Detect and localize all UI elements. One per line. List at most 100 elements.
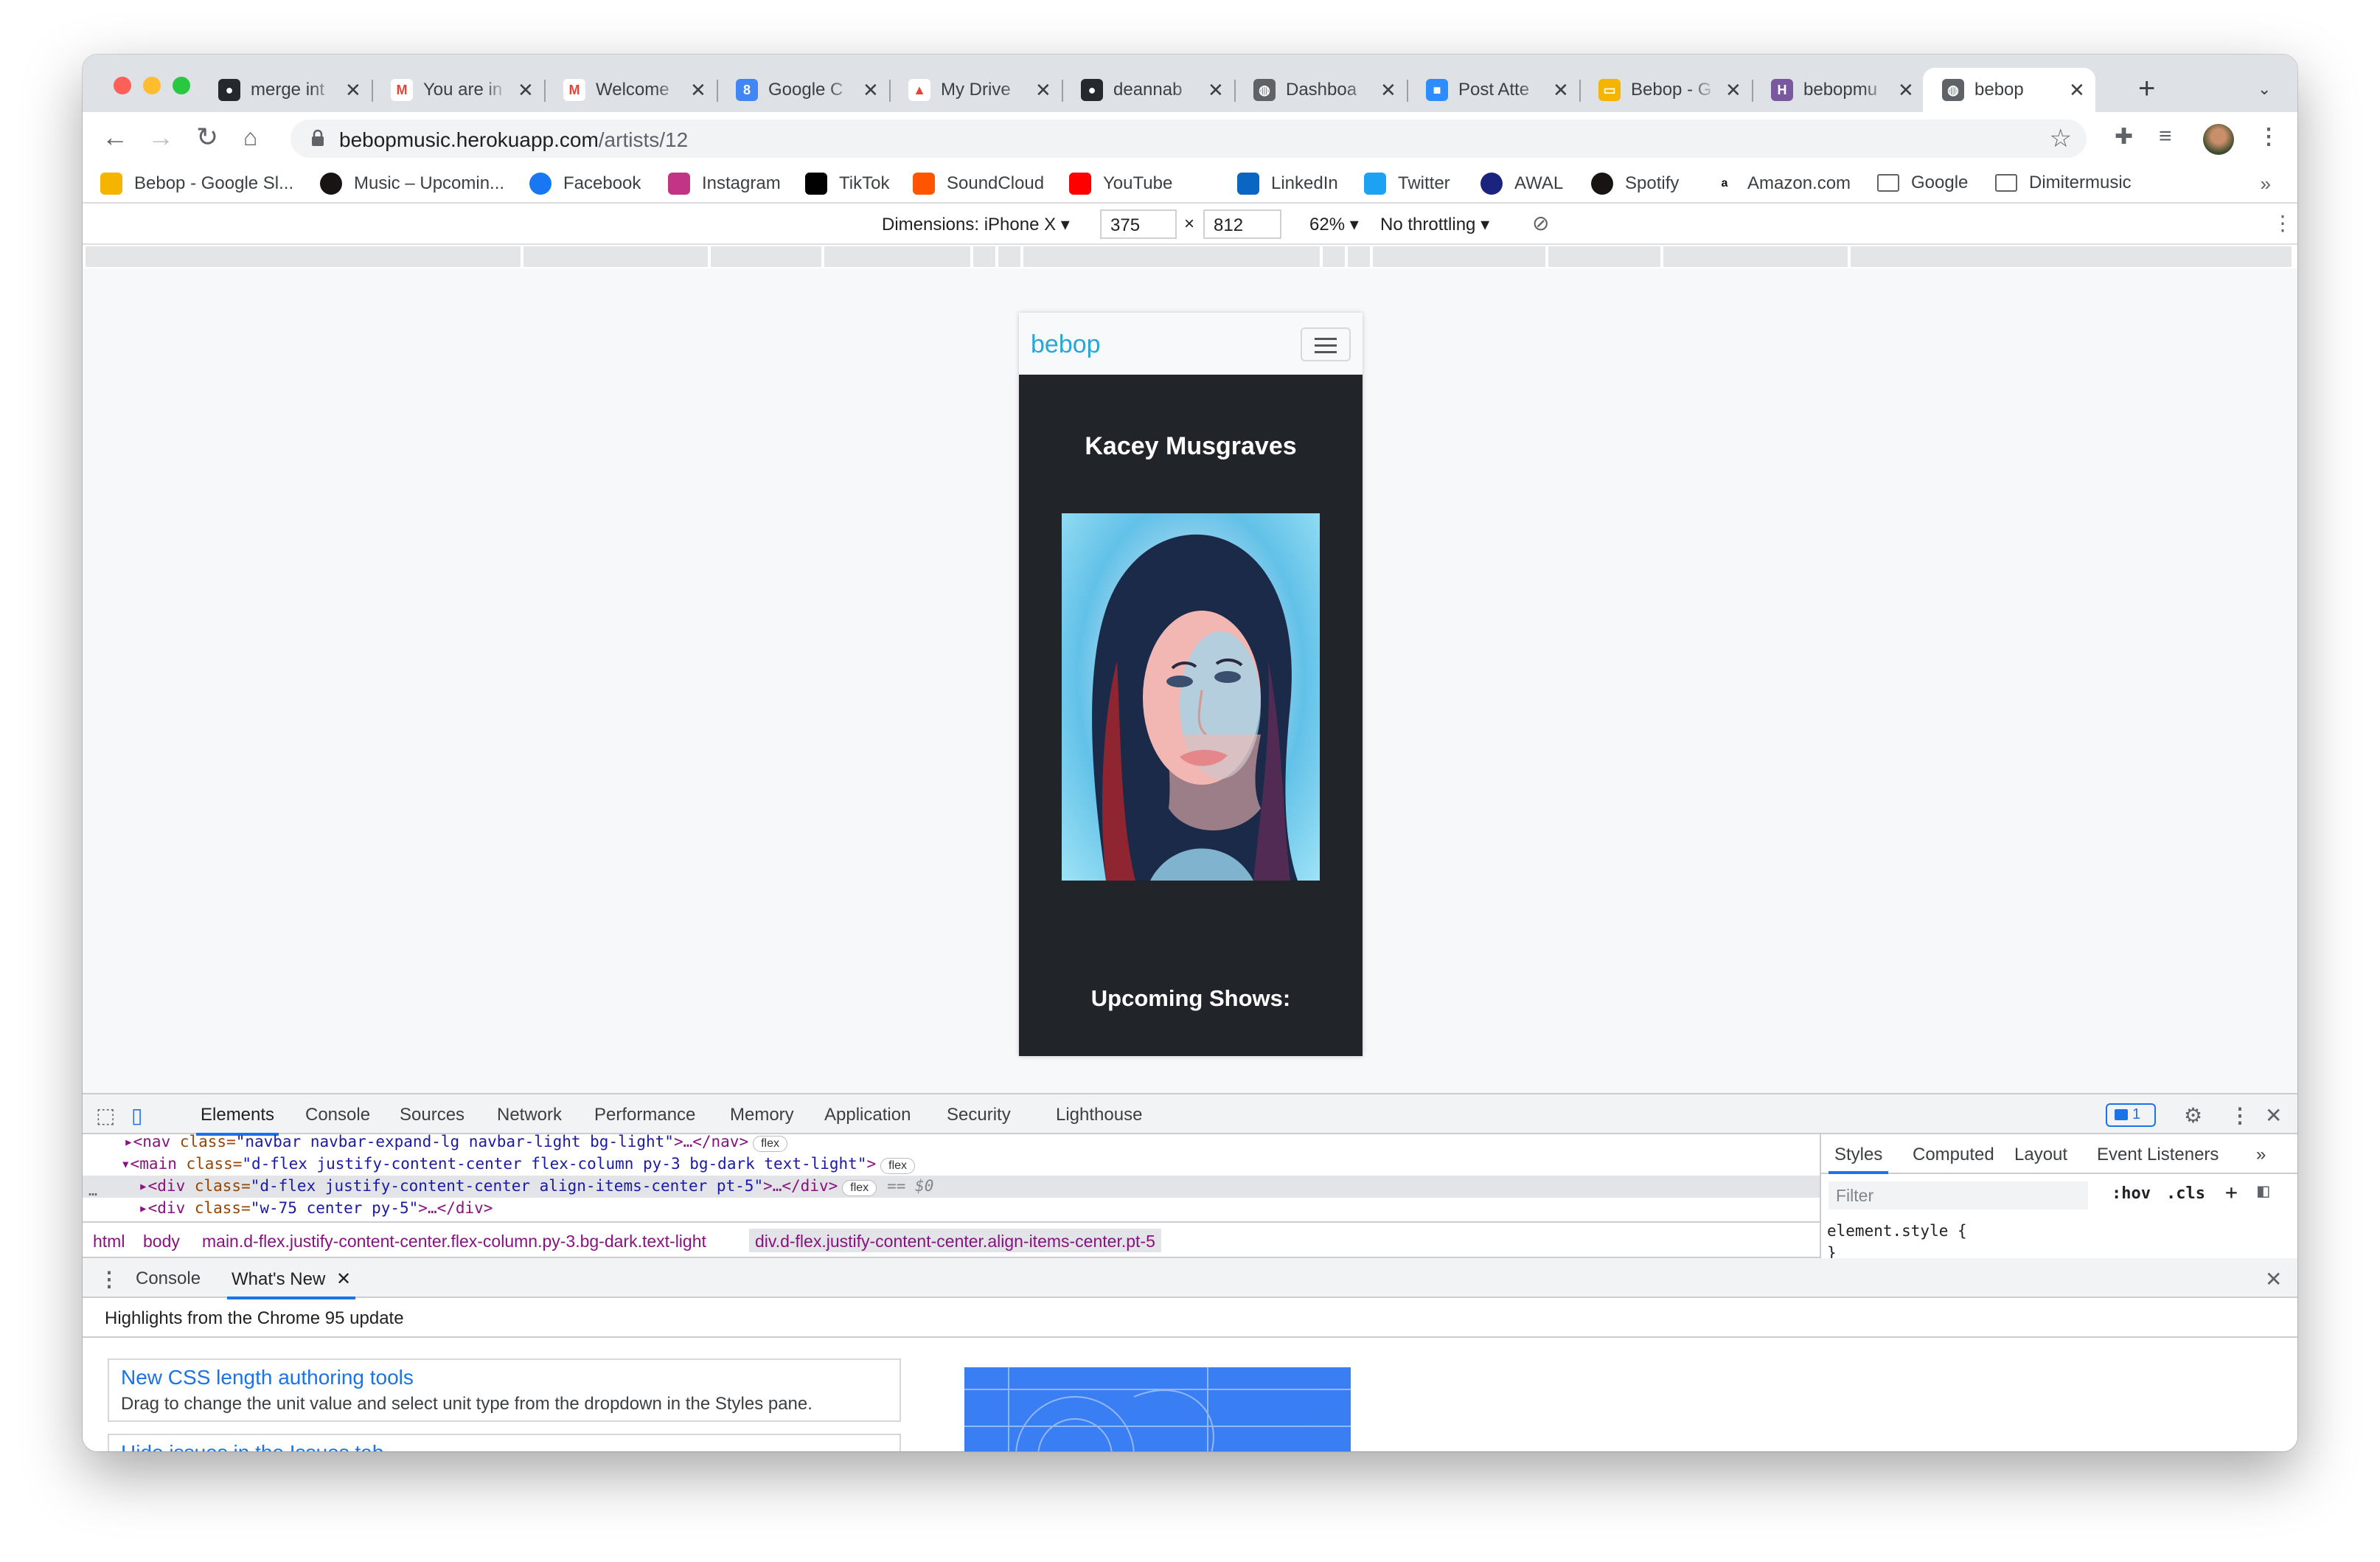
- dom-node-line[interactable]: ▸<nav class="navbar navbar-expand-lg nav…: [83, 1134, 1820, 1153]
- tab-lighthouse[interactable]: Lighthouse: [1056, 1105, 1142, 1125]
- settings-gear-icon[interactable]: ⚙: [2184, 1103, 2202, 1128]
- browser-tab[interactable]: M You are in ✕: [372, 68, 546, 112]
- close-tab-icon[interactable]: ✕: [336, 1269, 351, 1289]
- tab-application[interactable]: Application: [824, 1105, 911, 1125]
- tab-security[interactable]: Security: [947, 1105, 1011, 1125]
- device-width-input[interactable]: 375: [1100, 209, 1177, 239]
- styles-tab[interactable]: Styles: [1828, 1145, 1889, 1174]
- dom-node-line[interactable]: ▸<div class="w-75 center py-5">…</div>: [83, 1198, 1820, 1220]
- styles-tab[interactable]: Event Listeners: [2097, 1145, 2219, 1165]
- bookmark-item[interactable]: Spotify: [1591, 173, 1679, 195]
- extensions-icon[interactable]: ✚: [2115, 124, 2133, 150]
- bookmark-item[interactable]: Facebook: [529, 173, 641, 195]
- flex-badge[interactable]: flex: [842, 1180, 877, 1196]
- close-tab-icon[interactable]: ✕: [518, 79, 534, 102]
- tab-performance[interactable]: Performance: [594, 1105, 695, 1125]
- browser-tab[interactable]: ◍ bebop ✕: [1923, 68, 2095, 112]
- home-icon[interactable]: ⌂: [243, 122, 257, 152]
- browser-tab[interactable]: 8 Google C ✕: [717, 68, 891, 112]
- close-tab-icon[interactable]: ✕: [345, 79, 361, 102]
- reload-icon[interactable]: ↻: [196, 122, 218, 152]
- close-drawer-icon[interactable]: ✕: [2265, 1267, 2282, 1291]
- flex-badge[interactable]: flex: [880, 1158, 916, 1174]
- close-tab-icon[interactable]: ✕: [2069, 79, 2085, 102]
- close-tab-icon[interactable]: ✕: [863, 79, 879, 102]
- bookmark-item[interactable]: a Amazon.com: [1713, 173, 1851, 195]
- bookmark-item[interactable]: Music – Upcomin...: [320, 173, 504, 195]
- bookmark-item[interactable]: AWAL: [1480, 173, 1563, 195]
- hover-state-toggle[interactable]: :hov: [2112, 1184, 2151, 1203]
- close-tab-icon[interactable]: ✕: [690, 79, 706, 102]
- browser-tab[interactable]: ● merge int ✕: [199, 68, 373, 112]
- close-tab-icon[interactable]: ✕: [1898, 79, 1914, 102]
- styles-tab[interactable]: Layout: [2014, 1145, 2067, 1165]
- brand-logo[interactable]: bebop: [1031, 330, 1101, 359]
- breadcrumb-item[interactable]: body: [143, 1232, 180, 1252]
- new-tab-button[interactable]: +: [2138, 72, 2155, 105]
- tab-sources[interactable]: Sources: [400, 1105, 464, 1125]
- back-arrow-icon[interactable]: ←: [102, 122, 128, 152]
- drawer-menu-icon[interactable]: ⋮: [99, 1267, 119, 1291]
- tab-console[interactable]: Console: [305, 1105, 370, 1125]
- inspect-element-icon[interactable]: ⬚: [96, 1103, 115, 1128]
- bookmark-item[interactable]: Google: [1877, 173, 1968, 193]
- bookmark-item[interactable]: LinkedIn: [1237, 173, 1338, 195]
- close-tab-icon[interactable]: ✕: [1553, 79, 1569, 102]
- tab-network[interactable]: Network: [497, 1105, 562, 1125]
- bookmark-star-icon[interactable]: ☆: [2050, 124, 2072, 153]
- dom-tree[interactable]: ▸<nav class="navbar navbar-expand-lg nav…: [83, 1134, 1820, 1221]
- device-height-input[interactable]: 812: [1203, 209, 1281, 239]
- drawer-tab-whats-new[interactable]: What's New ✕: [226, 1268, 356, 1299]
- element-style-rule[interactable]: element.style { }: [1827, 1220, 1967, 1264]
- dom-line-ellipsis-icon[interactable]: …: [88, 1181, 97, 1199]
- sidebar-toggle-icon[interactable]: ◧: [2258, 1180, 2269, 1202]
- bookmarks-overflow-icon[interactable]: »: [2261, 173, 2271, 195]
- dom-node-line[interactable]: ▾<main class="d-flex justify-content-cen…: [83, 1153, 1820, 1176]
- address-bar[interactable]: bebopmusic.herokuapp.com/artists/12 ☆: [290, 119, 2087, 158]
- feature-title[interactable]: Hide issues in the Issues tab: [121, 1441, 888, 1451]
- profile-avatar[interactable]: [2203, 124, 2234, 155]
- styles-tab[interactable]: »: [2256, 1145, 2266, 1165]
- drawer-tab-console[interactable]: Console: [136, 1268, 201, 1289]
- zoom-window-button[interactable]: [173, 77, 190, 94]
- bookmark-item[interactable]: Dimitermusic: [1995, 173, 2132, 193]
- close-window-button[interactable]: [114, 77, 131, 94]
- browser-tab[interactable]: Hbebopmu ✕: [1752, 68, 1924, 112]
- bookmark-item[interactable]: Bebop - Google Sl...: [100, 173, 293, 195]
- browser-tab[interactable]: ■ Post Atte ✕: [1407, 68, 1581, 112]
- feature-card[interactable]: Hide issues in the Issues tab: [108, 1434, 901, 1451]
- bookmark-item[interactable]: Instagram: [668, 173, 781, 195]
- styles-filter-input[interactable]: Filter: [1829, 1181, 2088, 1209]
- flex-badge[interactable]: flex: [753, 1136, 788, 1152]
- close-tab-icon[interactable]: ✕: [1725, 79, 1741, 102]
- forward-arrow-icon[interactable]: →: [147, 122, 174, 152]
- media-control-icon[interactable]: ≡: [2159, 124, 2172, 149]
- tab-memory[interactable]: Memory: [730, 1105, 794, 1125]
- media-query-bar[interactable]: [83, 245, 2297, 268]
- device-toolbar-menu-icon[interactable]: ⋮: [2272, 211, 2293, 235]
- bookmark-item[interactable]: YouTube: [1069, 173, 1172, 195]
- feature-title[interactable]: New CSS length authoring tools: [121, 1366, 888, 1389]
- issues-badge[interactable]: 1: [2106, 1103, 2156, 1127]
- breadcrumb-item[interactable]: div.d-flex.justify-content-center.align-…: [749, 1229, 1161, 1252]
- feature-card[interactable]: New CSS length authoring tools Drag to c…: [108, 1358, 901, 1422]
- close-tab-icon[interactable]: ✕: [1208, 79, 1224, 102]
- tab-elements[interactable]: Elements: [195, 1105, 279, 1136]
- browser-tab[interactable]: ▲ My Drive ✕: [889, 68, 1063, 112]
- bookmark-item[interactable]: TikTok: [805, 173, 889, 195]
- browser-tab[interactable]: ▭ Bebop - G ✕: [1579, 68, 1753, 112]
- bookmark-item[interactable]: SoundCloud: [913, 173, 1044, 195]
- device-toggle-icon[interactable]: ▯: [131, 1103, 142, 1128]
- browser-tab[interactable]: ● deannab ✕: [1062, 68, 1236, 112]
- throttling-dropdown[interactable]: No throttling ▾: [1380, 214, 1489, 235]
- add-rule-icon[interactable]: +: [2225, 1180, 2238, 1204]
- devtools-menu-icon[interactable]: ⋮: [2230, 1103, 2250, 1128]
- breadcrumb-item[interactable]: html: [93, 1232, 125, 1252]
- bookmark-item[interactable]: Twitter: [1364, 173, 1450, 195]
- styles-tab[interactable]: Computed: [1913, 1145, 1994, 1165]
- rotate-icon[interactable]: ⊘: [1532, 211, 1549, 235]
- browser-tab[interactable]: M Welcome ✕: [544, 68, 718, 112]
- class-toggle[interactable]: .cls: [2166, 1184, 2205, 1203]
- browser-tab[interactable]: ◍ Dashboa ✕: [1234, 68, 1408, 112]
- kebab-menu-icon[interactable]: ⋮: [2258, 124, 2280, 150]
